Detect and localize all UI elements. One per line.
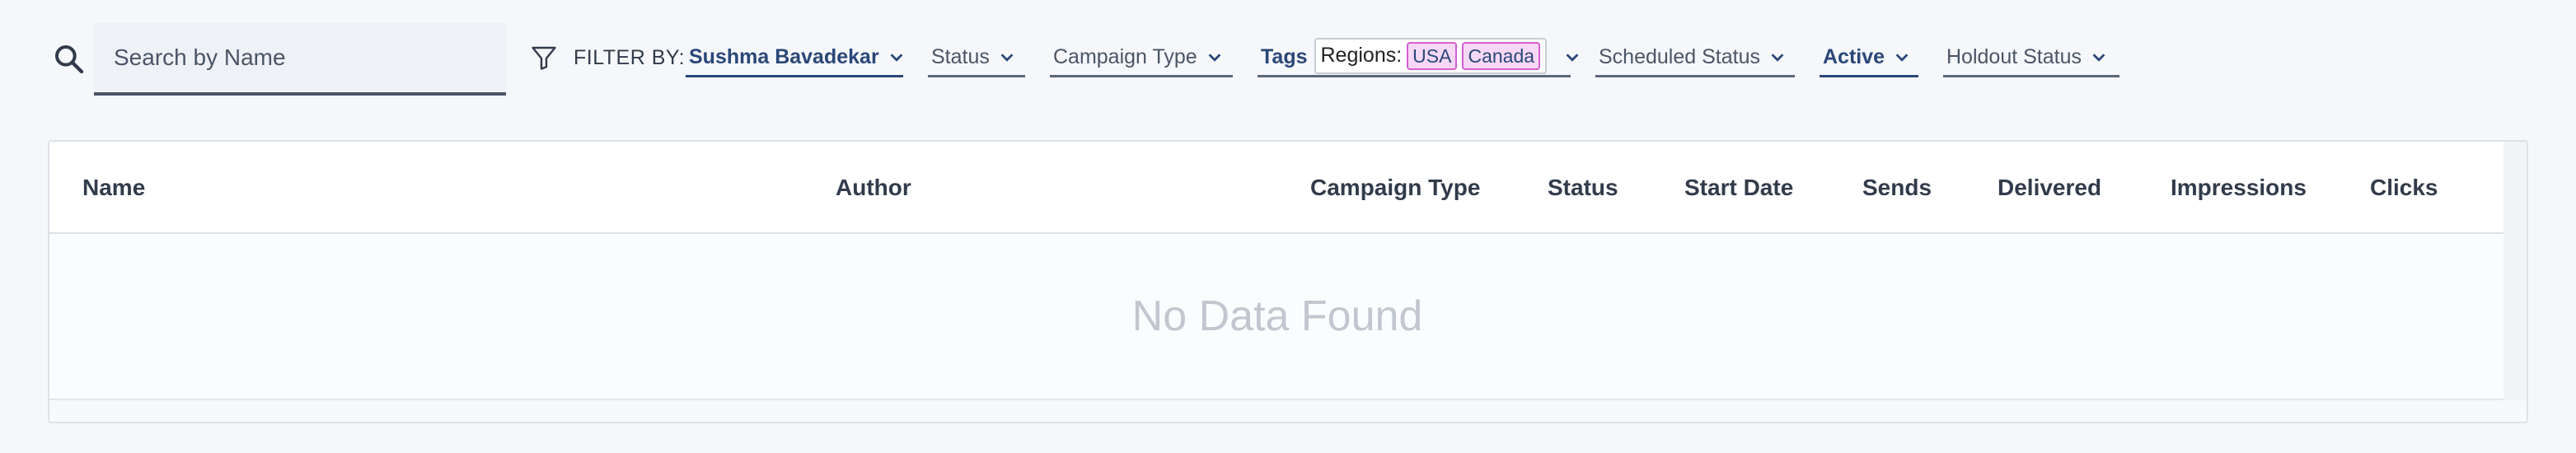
scheduled-status-filter-label: Scheduled Status <box>1599 45 1760 68</box>
tags-filter-dropdown[interactable]: Tags Regions: USA Canada <box>1258 37 1579 77</box>
search-icon[interactable] <box>53 43 86 76</box>
column-header-status[interactable]: Status <box>1548 175 1618 201</box>
chevron-down-icon <box>890 53 903 62</box>
holdout-status-filter-label: Holdout Status <box>1946 45 2082 68</box>
column-header-author[interactable]: Author <box>836 175 911 201</box>
status-filter-label: Status <box>931 45 990 68</box>
chevron-down-icon <box>1000 53 1014 62</box>
table-scrollbar[interactable] <box>2503 142 2527 400</box>
filter-toolbar: FILTER BY: Sushma Bavadekar Status Campa… <box>0 0 2576 115</box>
author-filter-value: Sushma Bavadekar <box>689 45 879 68</box>
campaign-type-filter-label: Campaign Type <box>1053 45 1197 68</box>
filter-icon <box>532 46 556 70</box>
column-header-campaign-type[interactable]: Campaign Type <box>1310 175 1480 201</box>
tags-filter-label: Tags <box>1261 45 1308 68</box>
chevron-down-icon <box>1895 53 1909 62</box>
column-header-sends[interactable]: Sends <box>1862 175 1932 201</box>
tag-selection[interactable]: Regions: USA Canada <box>1314 37 1548 74</box>
tag-pill-canada[interactable]: Canada <box>1462 41 1541 70</box>
column-header-name[interactable]: Name <box>82 175 145 201</box>
column-header-impressions[interactable]: Impressions <box>2171 175 2307 201</box>
active-filter-dropdown[interactable]: Active <box>1820 40 1918 77</box>
filter-by-label: FILTER BY: <box>574 46 686 69</box>
author-filter-dropdown[interactable]: Sushma Bavadekar <box>686 40 903 77</box>
table-header-row: Name Author Campaign Type Status Start D… <box>49 142 2505 234</box>
campaign-list-page: FILTER BY: Sushma Bavadekar Status Campa… <box>0 0 2576 453</box>
column-header-clicks[interactable]: Clicks <box>2370 175 2438 201</box>
chevron-down-icon <box>1771 53 1784 62</box>
campaign-type-filter-dropdown[interactable]: Campaign Type <box>1050 40 1233 77</box>
holdout-status-filter-dropdown[interactable]: Holdout Status <box>1943 40 2119 77</box>
regions-label: Regions: <box>1320 44 1403 67</box>
campaign-table: Name Author Campaign Type Status Start D… <box>48 140 2528 423</box>
search-input[interactable] <box>94 23 506 92</box>
chevron-down-icon <box>1208 53 1221 62</box>
status-filter-dropdown[interactable]: Status <box>928 40 1025 77</box>
empty-state-message: No Data Found <box>1131 292 1423 340</box>
chevron-down-icon <box>2092 53 2105 62</box>
scheduled-status-filter-dropdown[interactable]: Scheduled Status <box>1595 40 1795 77</box>
table-body-area: Name Author Campaign Type Status Start D… <box>49 142 2505 400</box>
tag-pill-usa[interactable]: USA <box>1407 41 1458 70</box>
column-header-delivered[interactable]: Delivered <box>1998 175 2101 201</box>
chevron-down-icon <box>1566 53 1579 62</box>
active-filter-value: Active <box>1823 45 1885 68</box>
column-header-start-date[interactable]: Start Date <box>1684 175 1793 201</box>
search-field[interactable] <box>94 23 506 96</box>
